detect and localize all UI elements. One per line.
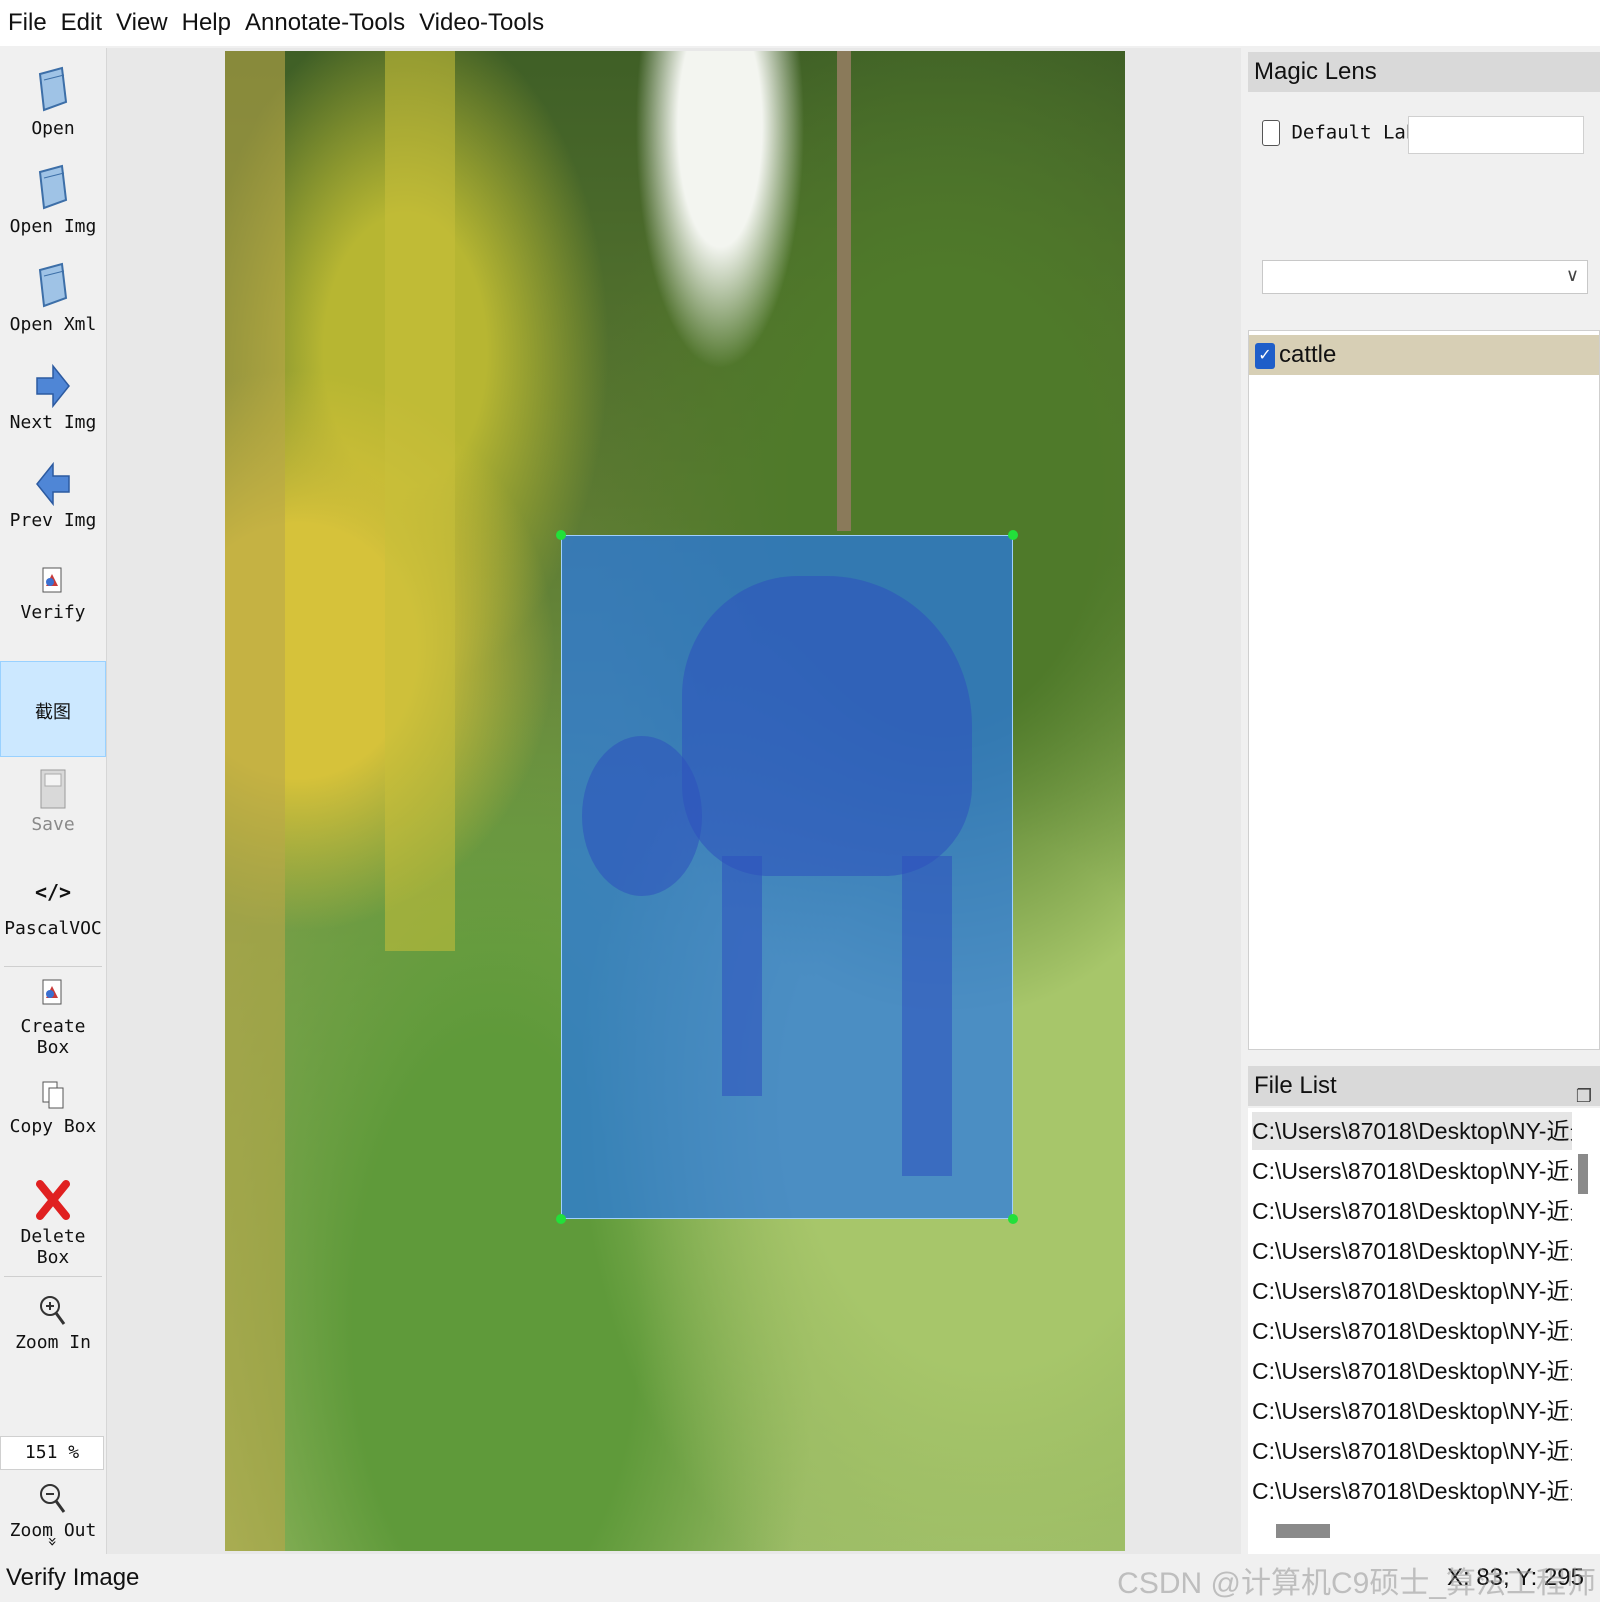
bbox-handle-bottom-left[interactable] xyxy=(556,1214,566,1224)
format-button[interactable]: </> PascalVOC xyxy=(0,880,106,939)
menu-bar: File Edit View Help Annotate-Tools Video… xyxy=(0,0,1600,46)
save-label: Save xyxy=(31,814,75,835)
screenshot-label: 截图 xyxy=(35,702,71,723)
arrow-left-icon xyxy=(36,462,70,506)
image-canvas[interactable] xyxy=(107,48,1241,1554)
save-button[interactable]: Save xyxy=(0,768,106,835)
vertical-scrollbar[interactable] xyxy=(1578,1154,1588,1194)
save-icon xyxy=(40,769,66,809)
chevron-down-icon: ∨ xyxy=(1565,265,1579,285)
file-list-item[interactable]: C:\Users\87018\Desktop\NY-近景牛羊37 xyxy=(1252,1192,1572,1230)
file-list-item[interactable]: C:\Users\87018\Desktop\NY-近景牛羊37 xyxy=(1252,1232,1572,1270)
folder-xml-icon xyxy=(38,262,68,308)
zoom-in-label: Zoom In xyxy=(15,1332,91,1353)
folder-open-icon xyxy=(38,66,68,112)
open-label: Open xyxy=(31,118,75,139)
checkbox-checked-icon[interactable]: ✓ xyxy=(1255,343,1275,369)
code-icon: </> xyxy=(34,880,72,904)
zoom-in-button[interactable]: Zoom In xyxy=(0,1292,106,1353)
label-list: ✓ cattle xyxy=(1248,330,1600,1050)
menu-video-tools[interactable]: Video-Tools xyxy=(419,9,544,37)
menu-annotate-tools[interactable]: Annotate-Tools xyxy=(245,9,405,37)
open-xml-button[interactable]: Open Xml xyxy=(0,262,106,335)
delete-box-button[interactable]: Delete Box xyxy=(0,1178,106,1268)
prev-img-button[interactable]: Prev Img xyxy=(0,462,106,531)
copy-box-label: Copy Box xyxy=(9,1116,97,1137)
format-label: PascalVOC xyxy=(4,918,102,939)
copy-icon xyxy=(42,1081,64,1109)
screenshot-button[interactable]: 截图 xyxy=(0,661,106,757)
verify-button[interactable]: Verify xyxy=(0,566,106,623)
magic-lens-title: Magic Lens xyxy=(1248,52,1600,92)
delete-box-label: Delete Box xyxy=(20,1226,86,1268)
banana-leaf-shape xyxy=(385,51,455,951)
menu-edit[interactable]: Edit xyxy=(61,9,102,37)
menu-help[interactable]: Help xyxy=(182,9,231,37)
bbox-handle-top-right[interactable] xyxy=(1008,530,1018,540)
file-list-item[interactable]: C:\Users\87018\Desktop\NY-近景牛羊37 xyxy=(1252,1432,1572,1470)
cattle-head-shape xyxy=(582,736,702,896)
file-list-item[interactable]: C:\Users\87018\Desktop\NY-近景牛羊37 xyxy=(1252,1392,1572,1430)
file-list-item[interactable]: C:\Users\87018\Desktop\NY-近景牛羊37 xyxy=(1252,1352,1572,1390)
toolbar-divider xyxy=(4,1276,102,1277)
file-list-item[interactable]: C:\Users\87018\Desktop\NY-近景牛羊37 xyxy=(1252,1152,1572,1190)
checkbox-icon xyxy=(1262,120,1280,146)
open-img-button[interactable]: Open Img xyxy=(0,164,106,237)
toolbar-divider xyxy=(4,966,102,967)
create-box-icon xyxy=(42,979,62,1005)
zoom-in-icon xyxy=(40,1296,66,1325)
annotated-photo xyxy=(225,51,1125,1551)
open-button[interactable]: Open xyxy=(0,66,106,139)
magic-lens-panel: Default Label ∨ xyxy=(1248,92,1600,324)
file-list-item[interactable]: C:\Users\87018\Desktop\NY-近景牛羊37 xyxy=(1252,1312,1572,1350)
cattle-body-shape xyxy=(682,576,972,876)
copy-box-button[interactable]: Copy Box xyxy=(0,1080,106,1137)
next-img-button[interactable]: Next Img xyxy=(0,364,106,433)
file-list-item[interactable]: C:\Users\87018\Desktop\NY-近景牛羊37 xyxy=(1252,1272,1572,1310)
file-list: C:\Users\87018\Desktop\NY-近景牛羊37 C:\User… xyxy=(1248,1108,1600,1554)
file-list-title-text: File List xyxy=(1254,1072,1337,1099)
status-message: Verify Image xyxy=(6,1564,140,1591)
bounding-box-cattle[interactable] xyxy=(561,535,1013,1219)
delete-icon xyxy=(36,1180,70,1220)
banana-leaf-shape xyxy=(225,51,285,1551)
next-img-label: Next Img xyxy=(9,412,97,433)
file-list-title: File List ❐ xyxy=(1248,1066,1600,1106)
menu-view[interactable]: View xyxy=(116,9,168,37)
horizontal-scrollbar[interactable] xyxy=(1276,1524,1330,1538)
arrow-right-icon xyxy=(36,364,70,408)
verify-icon xyxy=(42,567,62,593)
fence-post-shape xyxy=(837,51,851,531)
open-xml-label: Open Xml xyxy=(9,314,97,335)
zoom-value-field[interactable]: 151 % xyxy=(0,1436,104,1470)
file-list-item[interactable]: C:\Users\87018\Desktop\NY-近景牛羊37 xyxy=(1252,1112,1572,1150)
label-combo-box[interactable]: ∨ xyxy=(1262,260,1588,294)
status-bar: Verify Image X: 83; Y: 295 CSDN @计算机C9硕士… xyxy=(0,1556,1600,1600)
open-img-label: Open Img xyxy=(9,216,97,237)
bbox-handle-top-left[interactable] xyxy=(556,530,566,540)
bbox-handle-bottom-right[interactable] xyxy=(1008,1214,1018,1224)
prev-img-label: Prev Img xyxy=(9,510,97,531)
create-box-button[interactable]: Create Box xyxy=(0,978,106,1058)
verify-label: Verify xyxy=(20,602,86,623)
tool-bar: Open Open Img Open Xml Next Img Prev Img… xyxy=(0,48,107,1554)
cattle-leg-shape xyxy=(722,856,762,1096)
label-item-cattle[interactable]: ✓ cattle xyxy=(1249,335,1599,375)
create-box-label: Create Box xyxy=(20,1016,86,1058)
menu-file[interactable]: File xyxy=(8,9,47,37)
label-item-text: cattle xyxy=(1279,341,1337,368)
file-list-item[interactable]: C:\Users\87018\Desktop\NY-近景牛羊37 xyxy=(1252,1472,1572,1510)
default-label-input[interactable] xyxy=(1408,116,1584,154)
watermark: CSDN @计算机C9硕士_算法工程师 xyxy=(1117,1567,1596,1600)
cattle-leg-shape xyxy=(902,856,952,1176)
folder-image-icon xyxy=(38,164,68,210)
